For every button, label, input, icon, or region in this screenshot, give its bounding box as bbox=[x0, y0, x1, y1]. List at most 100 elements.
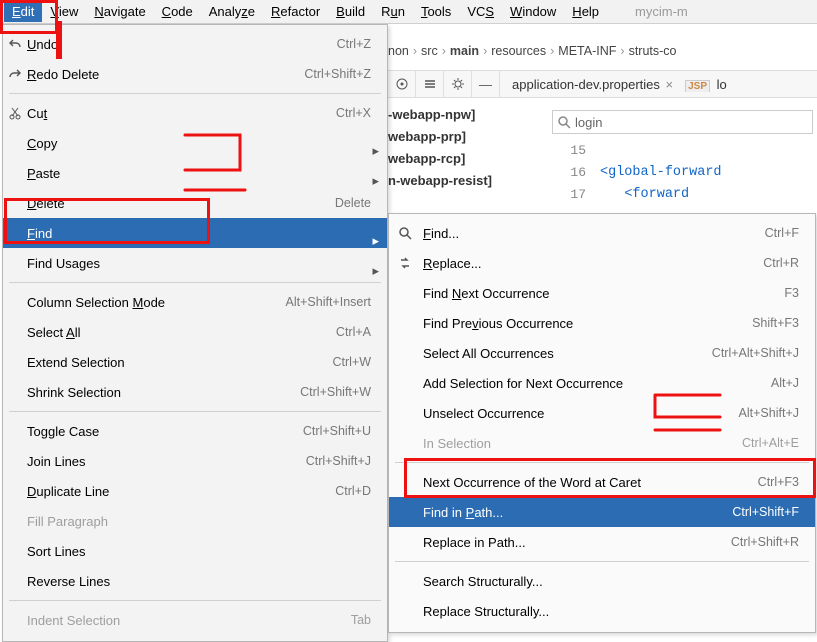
tab-properties[interactable]: application-dev.properties × bbox=[506, 77, 679, 92]
shortcut: Alt+Shift+Insert bbox=[286, 295, 371, 309]
menu-item-label: Unselect Occurrence bbox=[423, 406, 739, 421]
menu-refactor[interactable]: Refactor bbox=[263, 1, 328, 22]
edit-item-delete[interactable]: DeleteDelete bbox=[3, 188, 387, 218]
menu-item-label: Add Selection for Next Occurrence bbox=[423, 376, 771, 391]
code-line: <global-forward bbox=[600, 162, 817, 184]
find-item-find-next-occurrence[interactable]: Find Next OccurrenceF3 bbox=[389, 278, 815, 308]
menu-build[interactable]: Build bbox=[328, 1, 373, 22]
tab-label: application-dev.properties bbox=[512, 77, 660, 92]
breadcrumb-part[interactable]: struts-co bbox=[629, 44, 677, 58]
menu-item-label: Redo Delete bbox=[27, 67, 304, 82]
breadcrumb-part[interactable]: main bbox=[450, 44, 479, 58]
menu-item-label: Find in Path... bbox=[423, 505, 732, 520]
find-submenu: Find...Ctrl+FReplace...Ctrl+RFind Next O… bbox=[388, 213, 816, 633]
menu-code[interactable]: Code bbox=[154, 1, 201, 22]
find-item-replace-in-path[interactable]: Replace in Path...Ctrl+Shift+R bbox=[389, 527, 815, 557]
breadcrumb-part[interactable]: non bbox=[388, 44, 409, 58]
edit-item-sort-lines[interactable]: Sort Lines bbox=[3, 536, 387, 566]
project-node[interactable]: -webapp-npw] bbox=[388, 104, 558, 126]
find-item-unselect-occurrence[interactable]: Unselect OccurrenceAlt+Shift+J bbox=[389, 398, 815, 428]
find-item-search-structurally[interactable]: Search Structurally... bbox=[389, 566, 815, 596]
menu-item-label: Cut bbox=[27, 106, 336, 121]
breadcrumb: nonsrcmain resources META-INF struts-co bbox=[388, 40, 817, 62]
shortcut: Ctrl+Alt+Shift+J bbox=[712, 346, 799, 360]
target-icon[interactable] bbox=[388, 70, 416, 98]
collapse-icon[interactable]: — bbox=[472, 70, 500, 98]
gear-icon[interactable] bbox=[444, 70, 472, 98]
edit-item-column-selection-mode[interactable]: Column Selection ModeAlt+Shift+Insert bbox=[3, 287, 387, 317]
edit-item-join-lines[interactable]: Join LinesCtrl+Shift+J bbox=[3, 446, 387, 476]
edit-item-undo[interactable]: UndoCtrl+Z bbox=[3, 29, 387, 59]
menu-view[interactable]: View bbox=[42, 1, 86, 22]
shortcut: Ctrl+Shift+Z bbox=[304, 67, 371, 81]
menu-item-label: Find bbox=[27, 226, 371, 241]
edit-item-shrink-selection[interactable]: Shrink SelectionCtrl+Shift+W bbox=[3, 377, 387, 407]
find-item-find[interactable]: Find...Ctrl+F bbox=[389, 218, 815, 248]
shortcut: Ctrl+A bbox=[336, 325, 371, 339]
tab-jsp[interactable]: JSP lo bbox=[679, 77, 733, 92]
search-icon bbox=[397, 225, 413, 241]
menu-divider bbox=[395, 462, 809, 463]
menu-item-label: Replace Structurally... bbox=[423, 604, 799, 619]
menu-vcs[interactable]: VCS bbox=[459, 1, 502, 22]
project-node[interactable]: webapp-prp] bbox=[388, 126, 558, 148]
find-item-find-in-path[interactable]: Find in Path...Ctrl+Shift+F bbox=[389, 497, 815, 527]
menu-window[interactable]: Window bbox=[502, 1, 564, 22]
shortcut: F3 bbox=[784, 286, 799, 300]
breadcrumb-part[interactable]: resources bbox=[491, 44, 546, 58]
project-node[interactable]: webapp-rcp] bbox=[388, 148, 558, 170]
edit-item-copy[interactable]: Copy bbox=[3, 128, 387, 158]
breadcrumb-part[interactable]: src bbox=[421, 44, 438, 58]
menu-item-label: Join Lines bbox=[27, 454, 306, 469]
shortcut: Ctrl+X bbox=[336, 106, 371, 120]
menu-run[interactable]: Run bbox=[373, 1, 413, 22]
tab-label: lo bbox=[717, 77, 727, 92]
menu-item-label: Paste bbox=[27, 166, 371, 181]
editor-code: <global-forward <forward bbox=[600, 140, 817, 206]
edit-item-duplicate-line[interactable]: Duplicate LineCtrl+D bbox=[3, 476, 387, 506]
project-tree-fragment: -webapp-npw]webapp-prp]webapp-rcp]n-weba… bbox=[388, 104, 558, 192]
menu-analyze[interactable]: Analyze bbox=[201, 1, 263, 22]
edit-item-indent-selection: Indent SelectionTab bbox=[3, 605, 387, 635]
editor-search-box[interactable]: login bbox=[552, 110, 813, 134]
menu-item-label: Replace in Path... bbox=[423, 535, 731, 550]
edit-item-paste[interactable]: Paste bbox=[3, 158, 387, 188]
shortcut: Delete bbox=[335, 196, 371, 210]
menu-item-label: Indent Selection bbox=[27, 613, 351, 628]
edit-item-extend-selection[interactable]: Extend SelectionCtrl+W bbox=[3, 347, 387, 377]
find-item-select-all-occurrences[interactable]: Select All OccurrencesCtrl+Alt+Shift+J bbox=[389, 338, 815, 368]
find-item-add-selection-for-next-occurrence[interactable]: Add Selection for Next OccurrenceAlt+J bbox=[389, 368, 815, 398]
shortcut: Ctrl+Alt+E bbox=[742, 436, 799, 450]
shortcut: Ctrl+Shift+R bbox=[731, 535, 799, 549]
menu-item-label: Search Structurally... bbox=[423, 574, 799, 589]
menu-item-label: Reverse Lines bbox=[27, 574, 371, 589]
menu-edit[interactable]: Edit bbox=[4, 1, 42, 22]
menu-help[interactable]: Help bbox=[564, 1, 607, 22]
edit-item-redo-delete[interactable]: Redo DeleteCtrl+Shift+Z bbox=[3, 59, 387, 89]
edit-item-select-all[interactable]: Select AllCtrl+A bbox=[3, 317, 387, 347]
project-node[interactable]: n-webapp-resist] bbox=[388, 170, 558, 192]
menu-divider bbox=[9, 93, 381, 94]
find-item-find-previous-occurrence[interactable]: Find Previous OccurrenceShift+F3 bbox=[389, 308, 815, 338]
shortcut: Ctrl+Z bbox=[337, 37, 371, 51]
project-name: mycim-m bbox=[627, 1, 696, 22]
menu-item-label: Select All Occurrences bbox=[423, 346, 712, 361]
edit-item-find-usages[interactable]: Find Usages bbox=[3, 248, 387, 278]
replace-icon bbox=[397, 255, 413, 271]
find-item-replace[interactable]: Replace...Ctrl+R bbox=[389, 248, 815, 278]
breadcrumb-part[interactable]: META-INF bbox=[558, 44, 616, 58]
find-item-replace-structurally[interactable]: Replace Structurally... bbox=[389, 596, 815, 626]
code-line: <forward bbox=[600, 184, 817, 206]
edit-item-find[interactable]: Find bbox=[3, 218, 387, 248]
menu-item-label: Replace... bbox=[423, 256, 763, 271]
line-number: 15 bbox=[552, 140, 586, 162]
edit-item-reverse-lines[interactable]: Reverse Lines bbox=[3, 566, 387, 596]
edit-item-toggle-case[interactable]: Toggle CaseCtrl+Shift+U bbox=[3, 416, 387, 446]
expand-icon[interactable] bbox=[416, 70, 444, 98]
shortcut: Ctrl+D bbox=[335, 484, 371, 498]
close-icon[interactable]: × bbox=[666, 77, 674, 92]
find-item-next-occurrence-of-the-word-at-caret[interactable]: Next Occurrence of the Word at CaretCtrl… bbox=[389, 467, 815, 497]
edit-item-cut[interactable]: CutCtrl+X bbox=[3, 98, 387, 128]
menu-tools[interactable]: Tools bbox=[413, 1, 459, 22]
menu-navigate[interactable]: Navigate bbox=[86, 1, 153, 22]
